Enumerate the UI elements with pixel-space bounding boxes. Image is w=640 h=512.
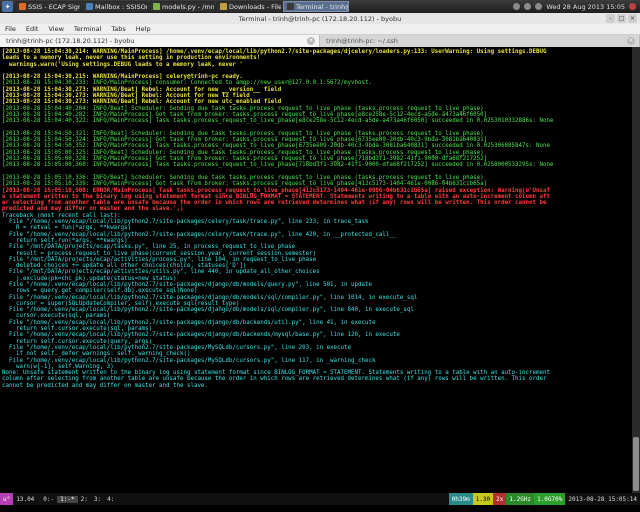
byobu-window[interactable]: 3:	[91, 496, 104, 503]
menu-tabs[interactable]: Tabs	[106, 25, 130, 33]
close-button[interactable]: ×	[628, 14, 637, 23]
menu-view[interactable]: View	[43, 25, 68, 33]
menu-file[interactable]: File	[0, 25, 21, 33]
window-titlebar[interactable]: Terminal - trinh@trinh-pc (172.18.20.112…	[0, 13, 640, 24]
system-tray: Wed 28 Aug 2013 15:05	[513, 3, 640, 11]
scrollbar[interactable]	[632, 47, 640, 493]
status-indicators: 0h39m 1.30 2x 1.2GHz 1.0G70% 2013-08-28 15:05…	[448, 493, 640, 505]
maximize-button[interactable]: □	[617, 14, 626, 23]
terminal-line: [2013-08-28 15:04:50,352: INFO/MainProce…	[2, 143, 550, 150]
network-icon[interactable]	[513, 3, 521, 10]
ubuntu-logo-icon: u°	[0, 493, 14, 505]
app-icon	[19, 3, 26, 10]
menu-edit[interactable]: Edit	[21, 25, 44, 33]
taskbar-item-label: models.py - /mnt/DA	[162, 2, 215, 11]
status-indicator: 2013-08-28 15:05:14	[565, 493, 640, 505]
terminal-output[interactable]: [2013-08-28 15:04:30,214: WARNING/MainPr…	[0, 47, 632, 493]
terminal-line: [2013-08-28 15:04:40,322: INFO/MainProce…	[2, 118, 554, 125]
power-icon[interactable]	[629, 3, 636, 10]
menu-help[interactable]: Help	[131, 25, 156, 33]
byobu-status-bar: u° 13.04 0:- 1:-* 2: 3: 4: 0h39m 1.30 2x 1.2GHz…	[0, 493, 640, 505]
tab-bar: trinh@trinh-pc (172.18.20.112) - byobu ×…	[0, 35, 640, 47]
app-icon	[287, 3, 294, 10]
app-icon	[153, 3, 160, 10]
tab-ssh[interactable]: trinh@trinh-pc: ~/.ssh ×	[320, 35, 640, 47]
clock[interactable]: Wed 28 Aug 2013 15:05	[546, 3, 625, 11]
status-indicator: 1.2GHz	[506, 493, 535, 505]
close-icon[interactable]: ×	[627, 37, 635, 45]
taskbar-item[interactable]: Downloads - File Man	[216, 1, 282, 12]
taskbar-item-label: Downloads - File Man	[229, 2, 282, 11]
menu-bar: File Edit View Terminal Tabs Help	[0, 24, 640, 35]
status-indicator: 1.30	[472, 493, 494, 505]
status-indicator: 2x	[493, 493, 507, 505]
battery-icon[interactable]	[535, 3, 543, 10]
window-title: Terminal - trinh@trinh-pc (172.18.20.112…	[238, 14, 402, 23]
volume-icon[interactable]	[524, 3, 532, 10]
taskbar-item-label: SSIS - ECAP Sign-up -	[28, 2, 80, 11]
tab-label: trinh@trinh-pc (172.18.20.112) - byobu	[6, 37, 135, 45]
terminal-line: column after selecting from another tabl…	[2, 376, 547, 383]
taskbar-item[interactable]: Terminal - trinh@tri	[283, 1, 349, 12]
bottom-strip	[0, 505, 640, 512]
app-icon	[86, 3, 93, 10]
window-list: 0:- 1:-* 2: 3: 4:	[37, 493, 120, 505]
byobu-window[interactable]: 0:-	[40, 496, 57, 503]
tab-byobu[interactable]: trinh@trinh-pc (172.18.20.112) - byobu ×	[0, 35, 320, 47]
release-version: 13.04	[16, 495, 35, 503]
byobu-window[interactable]: 2:	[78, 496, 91, 503]
terminal-line: cannot be predicted and may differ on ma…	[2, 382, 208, 389]
byobu-window[interactable]: 4:	[104, 496, 117, 503]
close-icon[interactable]: ×	[307, 37, 315, 45]
taskbar-items: SSIS - ECAP Sign-up - Mailbox : SSISOnlin…	[15, 1, 350, 12]
terminal-line: [2013-08-28 15:05:00,360: INFO/MainProce…	[2, 162, 554, 169]
status-indicator: 0h39m	[448, 493, 473, 505]
minimize-button[interactable]: –	[606, 14, 615, 23]
app-icon	[220, 3, 227, 10]
byobu-window[interactable]: 1:-*	[57, 495, 78, 503]
taskbar-item-label: Mailbox : SSISOnline	[95, 2, 147, 11]
taskbar: ✦ SSIS - ECAP Sign-up - Mailbox : SSISOnl…	[0, 0, 640, 13]
status-indicator: 1.0G70%	[534, 493, 566, 505]
menu-terminal[interactable]: Terminal	[69, 25, 106, 33]
taskbar-item-label: Terminal - trinh@tri	[296, 2, 348, 11]
tab-label: trinh@trinh-pc: ~/.ssh	[326, 37, 398, 45]
scrollbar-thumb[interactable]	[633, 437, 639, 491]
menu-icon[interactable]: ✦	[2, 1, 13, 12]
taskbar-item[interactable]: Mailbox : SSISOnline	[82, 1, 148, 12]
taskbar-item[interactable]: models.py - /mnt/DA	[149, 1, 215, 12]
taskbar-item[interactable]: SSIS - ECAP Sign-up -	[15, 1, 81, 12]
terminal-line: [2013-08-28 15:05:10,500: ERROR/MainProc…	[2, 187, 550, 194]
